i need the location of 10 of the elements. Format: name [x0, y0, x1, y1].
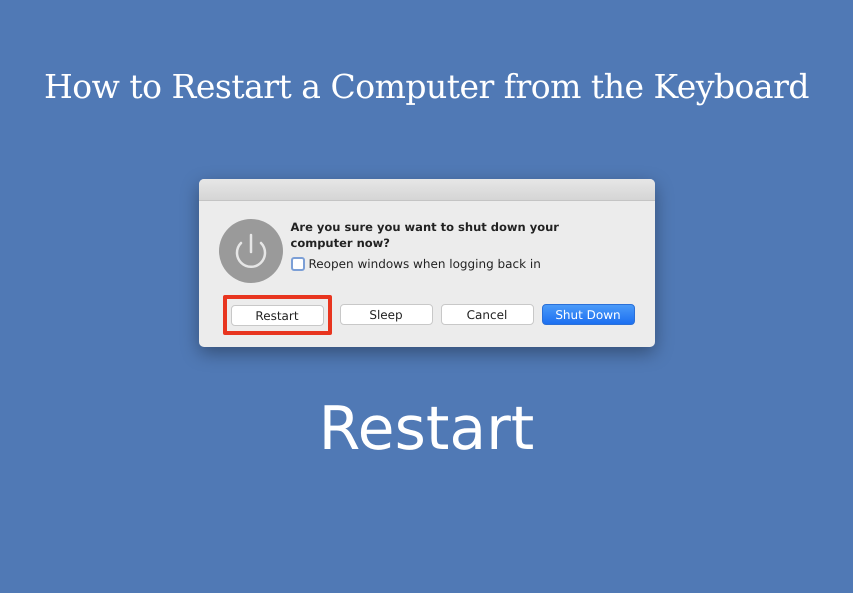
dialog-button[interactable]: Cancel — [440, 304, 534, 325]
dialog-button[interactable]: Restart — [230, 305, 324, 326]
dialog-message: Are you sure you want to shut down your computer now? — [290, 218, 560, 250]
dialog-button[interactable]: Sleep — [340, 304, 432, 325]
checkbox[interactable] — [290, 256, 304, 270]
caption: Restart — [318, 398, 534, 458]
page-heading: How to Restart a Computer from the Keyboard — [44, 66, 809, 108]
power-icon — [218, 218, 282, 282]
dialog-button[interactable]: Shut Down — [542, 304, 634, 325]
checkbox-label: Reopen windows when logging back in — [308, 256, 541, 272]
